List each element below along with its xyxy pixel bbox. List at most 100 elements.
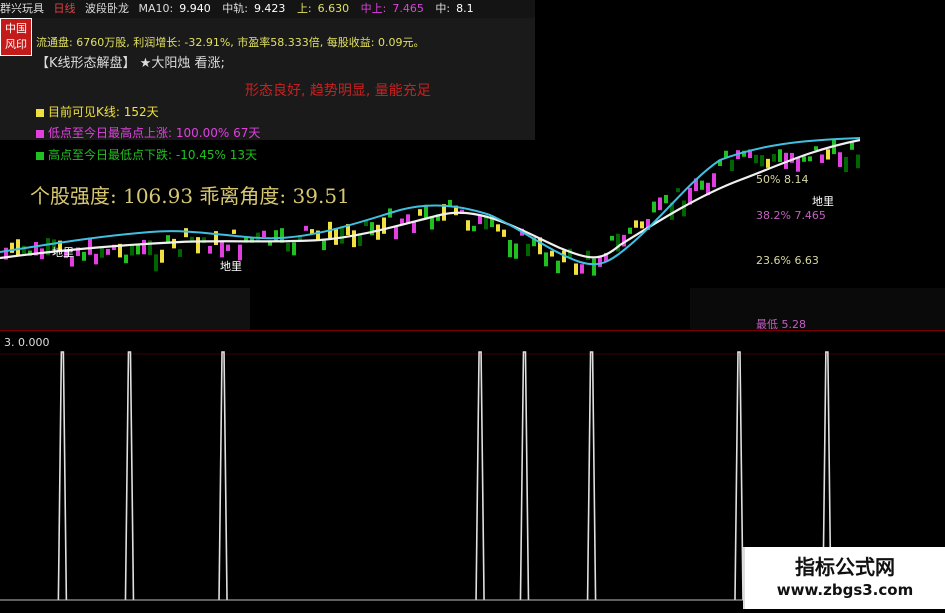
candle <box>226 244 230 251</box>
watermark-title: 指标公式网 <box>795 555 895 579</box>
candle <box>826 149 830 160</box>
candle <box>10 242 14 253</box>
candle <box>406 214 410 223</box>
candle <box>184 228 188 238</box>
candle <box>634 220 638 228</box>
logo-stamp: 中国 风印 <box>0 18 32 56</box>
strength-readout: 个股强度: 106.93 乖离角度: 39.51 <box>30 184 350 208</box>
mid2-value: 8.1 <box>456 2 474 15</box>
candle <box>262 230 266 238</box>
candle <box>778 149 782 162</box>
ma-value: 9.940 <box>179 2 211 15</box>
candle <box>466 220 470 231</box>
candle <box>838 152 842 167</box>
period-label[interactable]: 日线 <box>54 0 76 16</box>
candle <box>394 226 398 240</box>
mid2-label: 中: <box>435 2 451 15</box>
candle <box>22 245 26 254</box>
candle <box>508 239 512 258</box>
watermark-url: www.zbgs3.com <box>776 581 914 599</box>
chart-header: 群兴玩具 日线 波段卧龙 MA10: 9.940 中轨: 9.423 上: 6.630… <box>0 0 535 18</box>
candle <box>772 154 776 162</box>
candle <box>142 239 146 255</box>
candle <box>598 256 602 267</box>
fib-level-label: 50% 8.14 <box>756 173 808 186</box>
pattern-value: ★大阳烛 看涨; <box>139 56 225 71</box>
candle <box>286 242 290 252</box>
legend-swatch-yellow <box>36 108 44 117</box>
candle <box>760 155 764 167</box>
candle <box>556 260 560 274</box>
candle <box>502 229 506 237</box>
candle <box>658 197 662 211</box>
mid-label: 中轨: <box>222 2 248 15</box>
candle <box>628 227 632 234</box>
candle <box>808 156 812 162</box>
pattern-label: 【K线形态解盘】 <box>36 56 136 71</box>
candle <box>160 249 164 263</box>
candle <box>730 159 734 172</box>
candle <box>550 250 554 257</box>
fib-level-label: 23.6% 6.63 <box>756 254 819 267</box>
info-overlay: 群兴玩具 日线 波段卧龙 MA10: 9.940 中轨: 9.423 上: 6.630… <box>0 0 535 140</box>
candle <box>124 254 128 264</box>
candle <box>814 146 818 151</box>
fib-level-label: 38.2% 7.465 <box>756 209 826 222</box>
candle <box>106 248 110 255</box>
candle <box>526 243 530 257</box>
candle <box>424 204 428 220</box>
indicator-name[interactable]: 波段卧龙 <box>85 0 129 16</box>
candle <box>664 194 668 204</box>
candle <box>586 250 590 260</box>
stock-info-line: 流通盘: 6760万股, 利润增长: -32.91%, 市盈率58.333倍, … <box>36 36 425 49</box>
candle <box>820 154 824 163</box>
candle <box>592 258 596 276</box>
stock-name[interactable]: 群兴玩具 <box>0 0 44 16</box>
dili-label-3: 地里 <box>812 195 834 208</box>
candle <box>652 201 656 213</box>
candle <box>232 229 236 234</box>
candle <box>472 225 476 232</box>
candle <box>844 156 848 173</box>
candle <box>376 224 380 240</box>
candle <box>208 245 212 254</box>
candle <box>220 241 224 258</box>
candle <box>700 180 704 190</box>
mid-value: 9.423 <box>253 2 286 15</box>
candle <box>82 251 86 261</box>
candle <box>544 252 548 267</box>
candle <box>712 173 716 188</box>
up-value: 6.630 <box>317 2 350 15</box>
candle <box>676 188 680 193</box>
candle <box>574 263 578 275</box>
candle <box>610 235 614 241</box>
candle <box>196 237 200 254</box>
dili-label-1: 地里 <box>52 246 74 259</box>
candle <box>796 158 800 172</box>
dili-label-2: 地里 <box>220 260 242 273</box>
candle <box>130 245 134 256</box>
indicator-value: 3. 0.000 <box>4 336 50 349</box>
candle <box>430 217 434 230</box>
candle <box>100 248 104 258</box>
candle <box>238 244 242 261</box>
candle <box>94 253 98 265</box>
candle <box>154 254 158 272</box>
candle <box>856 154 860 169</box>
fib-level-label: 最低 5.28 <box>756 318 806 330</box>
candle <box>172 238 176 249</box>
legend-item-rise: 低点至今日最高点上涨: 100.00% 67天 <box>36 124 260 141</box>
candle <box>514 243 518 259</box>
candle <box>496 224 500 232</box>
trend-remark: 形态良好, 趋势明显, 量能充足 <box>245 83 431 99</box>
legend-swatch-magenta <box>36 129 44 138</box>
candle <box>292 242 296 256</box>
candle <box>304 225 308 231</box>
candle <box>412 221 416 233</box>
pattern-line: 【K线形态解盘】 ★大阳烛 看涨; <box>36 52 225 71</box>
candle <box>382 217 386 234</box>
legend-item-fall: 高点至今日最低点下跌: -10.45% 13天 <box>36 146 257 163</box>
candle <box>16 239 20 256</box>
site-watermark[interactable]: 指标公式网 www.zbgs3.com <box>743 547 945 609</box>
candle <box>580 264 584 274</box>
